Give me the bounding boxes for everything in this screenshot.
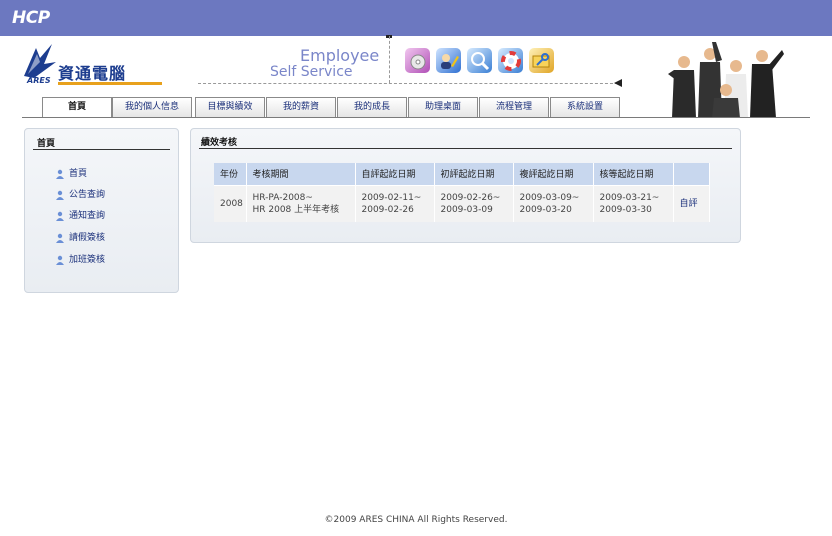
sidebar-item-label: 通知查詢 (69, 211, 106, 221)
table-row: 2008 HR-PA-2008~ HR 2008 上半年考核 2009-02-1… (214, 184, 710, 222)
cd-icon[interactable] (405, 48, 430, 73)
col-self-eval-dates: 自評起訖日期 (355, 163, 435, 185)
performance-table: 年份 考核期間 自評起訖日期 初評起訖日期 複評起訖日期 核等起訖日期 2008… (214, 163, 710, 222)
panel-divider (199, 148, 732, 149)
tab-goals-performance[interactable]: 目標與績效 (195, 97, 265, 118)
user-icon (56, 255, 64, 265)
cell-first-start: 2009-02-26~ (440, 192, 501, 203)
user-icon (56, 190, 64, 200)
company-name: 資通電腦 (58, 64, 127, 83)
cell-first-eval: 2009-02-26~ 2009-03-09 (434, 184, 514, 222)
tab-my-growth[interactable]: 我的成長 (337, 97, 407, 118)
dashed-divider-vertical (389, 36, 390, 83)
nav-baseline (22, 117, 810, 118)
col-action (673, 163, 710, 185)
tab-my-info[interactable]: 我的個人信息 (112, 97, 192, 118)
user-icon (56, 211, 64, 221)
company-sub: ARES (27, 76, 51, 85)
tab-process-management[interactable]: 流程管理 (479, 97, 549, 118)
key-folder-icon[interactable] (529, 48, 554, 73)
sidebar-item-label: 公告查詢 (69, 190, 106, 200)
cell-grading: 2009-03-21~ 2009-03-30 (593, 184, 674, 222)
col-first-eval-dates: 初評起訖日期 (434, 163, 514, 185)
table-header-row: 年份 考核期間 自評起訖日期 初評起訖日期 複評起訖日期 核等起訖日期 (214, 163, 710, 185)
sidebar-item-label: 加班簽核 (69, 255, 106, 265)
sidebar-title: 首頁 (37, 139, 56, 149)
col-year: 年份 (214, 163, 247, 185)
cell-review: 2009-03-09~ 2009-03-20 (513, 184, 594, 222)
cell-period: HR-PA-2008~ HR 2008 上半年考核 (246, 184, 356, 222)
brand-logo: HCP (12, 8, 50, 28)
company-logo[interactable]: 資通電腦 ARES (22, 42, 162, 86)
tab-assistant-desktop[interactable]: 助理桌面 (408, 97, 478, 118)
logo-underline (58, 82, 162, 85)
tab-my-salary[interactable]: 我的薪資 (266, 97, 336, 118)
help-lifebuoy-icon[interactable] (498, 48, 523, 73)
col-period: 考核期間 (246, 163, 356, 185)
col-review-dates: 複評起訖日期 (513, 163, 594, 185)
sidebar: 首頁 首頁 公告查詢 通知查詢 請假簽核 加班簽核 (24, 128, 179, 293)
performance-panel: 績效考核 年份 考核期間 自評起訖日期 初評起訖日期 複評起訖日期 核等起訖日期… (190, 128, 741, 243)
sidebar-item-label: 請假簽核 (69, 233, 106, 243)
cell-year: 2008 (214, 184, 247, 222)
search-icon[interactable] (467, 48, 492, 73)
cell-review-end: 2009-03-20 (519, 204, 572, 215)
panel-title: 績效考核 (201, 138, 238, 148)
business-people-image (664, 40, 792, 118)
tab-system-settings[interactable]: 系統設置 (550, 97, 620, 118)
cell-self-end: 2009-02-26 (361, 204, 414, 215)
dashed-divider-horizontal (198, 83, 618, 84)
arrow-left-icon (614, 79, 622, 87)
cell-grading-start: 2009-03-21~ (599, 192, 660, 203)
cell-self-eval: 2009-02-11~ 2009-02-26 (355, 184, 435, 222)
cell-first-end: 2009-03-09 (440, 204, 493, 215)
cell-review-start: 2009-03-09~ (519, 192, 580, 203)
ess-line1: Employee (300, 46, 380, 65)
user-icon (56, 233, 64, 243)
col-grading-dates: 核等起訖日期 (593, 163, 674, 185)
cell-period-line2: HR 2008 上半年考核 (252, 204, 340, 215)
user-icon (56, 169, 64, 179)
cell-period-line1: HR-PA-2008~ (252, 192, 313, 203)
self-eval-link[interactable]: 自評 (673, 184, 710, 222)
sidebar-item-label: 首頁 (69, 169, 88, 179)
ess-title: Employee Self Service (268, 46, 388, 82)
edit-user-icon[interactable] (436, 48, 461, 73)
ess-line2: Self Service (270, 64, 353, 80)
tab-home[interactable]: 首頁 (42, 97, 112, 118)
cell-grading-end: 2009-03-30 (599, 204, 652, 215)
top-brand-bar: HCP (0, 0, 832, 36)
footer-copyright: ©2009 ARES CHINA All Rights Reserved. (324, 515, 508, 525)
sidebar-divider (33, 149, 170, 150)
cell-self-start: 2009-02-11~ (361, 192, 422, 203)
